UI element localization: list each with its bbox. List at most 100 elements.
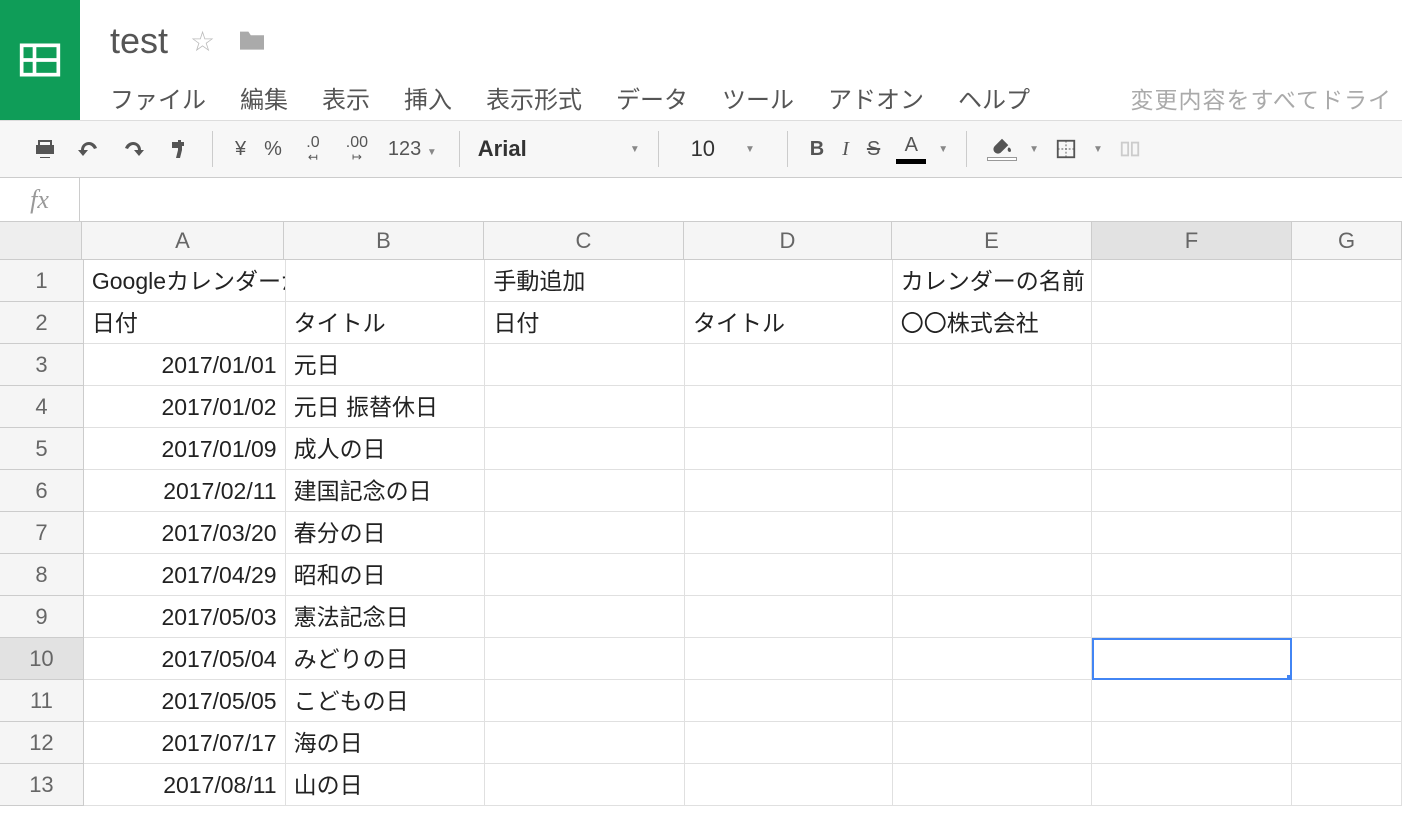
cell-F2[interactable] — [1092, 302, 1292, 344]
redo-button[interactable] — [116, 132, 150, 166]
cell-A3[interactable]: 2017/01/01 — [84, 344, 286, 386]
cell-F1[interactable] — [1092, 260, 1292, 302]
cell-E5[interactable] — [893, 428, 1093, 470]
strike-button[interactable]: S — [863, 138, 884, 161]
cell-E6[interactable] — [893, 470, 1093, 512]
cell-G7[interactable] — [1292, 512, 1402, 554]
cell-A8[interactable]: 2017/04/29 — [84, 554, 286, 596]
column-header-D[interactable]: D — [684, 222, 892, 259]
menu-addons[interactable]: アドオン — [828, 80, 924, 115]
cell-D12[interactable] — [685, 722, 893, 764]
cell-D13[interactable] — [685, 764, 893, 806]
italic-button[interactable]: I — [838, 138, 853, 161]
cell-F4[interactable] — [1092, 386, 1292, 428]
cell-G8[interactable] — [1292, 554, 1402, 596]
cell-F5[interactable] — [1092, 428, 1292, 470]
cell-C9[interactable] — [485, 596, 685, 638]
chevron-down-icon[interactable]: ▼ — [938, 144, 948, 155]
cell-E11[interactable] — [893, 680, 1093, 722]
cell-F6[interactable] — [1092, 470, 1292, 512]
cell-A2[interactable]: 日付 — [84, 302, 286, 344]
cell-F3[interactable] — [1092, 344, 1292, 386]
row-header[interactable]: 6 — [0, 470, 84, 512]
cell-A12[interactable]: 2017/07/17 — [84, 722, 286, 764]
cell-G6[interactable] — [1292, 470, 1402, 512]
menu-tools[interactable]: ツール — [722, 80, 794, 115]
percent-button[interactable]: % — [260, 138, 286, 161]
cell-D10[interactable] — [685, 638, 893, 680]
cell-D8[interactable] — [685, 554, 893, 596]
cell-G5[interactable] — [1292, 428, 1402, 470]
cell-G11[interactable] — [1292, 680, 1402, 722]
row-header[interactable]: 13 — [0, 764, 84, 806]
bold-button[interactable]: B — [806, 138, 828, 161]
cell-F13[interactable] — [1092, 764, 1292, 806]
grid-body[interactable]: 1Googleカレンダーからの取得手動追加カレンダーの名前2日付タイトル日付タイ… — [0, 260, 1402, 806]
cell-B5[interactable]: 成人の日 — [286, 428, 486, 470]
cell-B7[interactable]: 春分の日 — [286, 512, 486, 554]
cell-C8[interactable] — [485, 554, 685, 596]
cell-D5[interactable] — [685, 428, 893, 470]
font-selector[interactable]: Arial ▼ — [464, 121, 654, 177]
decrease-decimal-button[interactable]: .0↤ — [296, 132, 330, 166]
cell-D9[interactable] — [685, 596, 893, 638]
formula-input[interactable] — [80, 178, 1402, 221]
row-header[interactable]: 9 — [0, 596, 84, 638]
font-size-selector[interactable]: 10 ▼ — [663, 121, 783, 177]
print-button[interactable] — [28, 132, 62, 166]
cell-E4[interactable] — [893, 386, 1093, 428]
column-header-C[interactable]: C — [484, 222, 684, 259]
undo-button[interactable] — [72, 132, 106, 166]
cell-D3[interactable] — [685, 344, 893, 386]
menu-data[interactable]: データ — [616, 80, 688, 115]
row-header[interactable]: 2 — [0, 302, 84, 344]
cell-E7[interactable] — [893, 512, 1093, 554]
sheets-logo[interactable] — [0, 0, 80, 120]
select-all-corner[interactable] — [0, 222, 82, 259]
row-header[interactable]: 5 — [0, 428, 84, 470]
row-header[interactable]: 4 — [0, 386, 84, 428]
cell-A5[interactable]: 2017/01/09 — [84, 428, 286, 470]
cell-B6[interactable]: 建国記念の日 — [286, 470, 486, 512]
cell-E3[interactable] — [893, 344, 1093, 386]
menu-help[interactable]: ヘルプ — [958, 80, 1030, 115]
cell-D4[interactable] — [685, 386, 893, 428]
cell-F7[interactable] — [1092, 512, 1292, 554]
cell-G13[interactable] — [1292, 764, 1402, 806]
column-header-B[interactable]: B — [284, 222, 484, 259]
cell-B2[interactable]: タイトル — [286, 302, 486, 344]
menu-edit[interactable]: 編集 — [240, 80, 288, 115]
cell-C5[interactable] — [485, 428, 685, 470]
cell-A1[interactable]: Googleカレンダーからの取得 — [84, 260, 286, 302]
cell-C4[interactable] — [485, 386, 685, 428]
paint-format-button[interactable] — [160, 132, 194, 166]
column-header-A[interactable]: A — [82, 222, 284, 259]
cell-C7[interactable] — [485, 512, 685, 554]
menu-format[interactable]: 表示形式 — [486, 80, 582, 115]
folder-icon[interactable] — [237, 28, 267, 55]
row-header[interactable]: 8 — [0, 554, 84, 596]
column-header-E[interactable]: E — [892, 222, 1092, 259]
chevron-down-icon[interactable]: ▼ — [1029, 144, 1039, 155]
more-formats-button[interactable]: 123 ▼ — [384, 138, 441, 161]
cell-F11[interactable] — [1092, 680, 1292, 722]
cell-A7[interactable]: 2017/03/20 — [84, 512, 286, 554]
currency-button[interactable]: ¥ — [231, 138, 250, 161]
cell-E12[interactable] — [893, 722, 1093, 764]
cell-A10[interactable]: 2017/05/04 — [84, 638, 286, 680]
cell-B13[interactable]: 山の日 — [286, 764, 486, 806]
cell-G1[interactable] — [1292, 260, 1402, 302]
cell-C10[interactable] — [485, 638, 685, 680]
cell-B10[interactable]: みどりの日 — [286, 638, 486, 680]
cell-C13[interactable] — [485, 764, 685, 806]
cell-C12[interactable] — [485, 722, 685, 764]
row-header[interactable]: 10 — [0, 638, 84, 680]
cell-F10[interactable] — [1092, 638, 1292, 680]
row-header[interactable]: 11 — [0, 680, 84, 722]
cell-F9[interactable] — [1092, 596, 1292, 638]
cell-D2[interactable]: タイトル — [685, 302, 893, 344]
doc-title[interactable]: test — [110, 20, 168, 62]
column-header-F[interactable]: F — [1092, 222, 1292, 259]
row-header[interactable]: 1 — [0, 260, 84, 302]
cell-B12[interactable]: 海の日 — [286, 722, 486, 764]
